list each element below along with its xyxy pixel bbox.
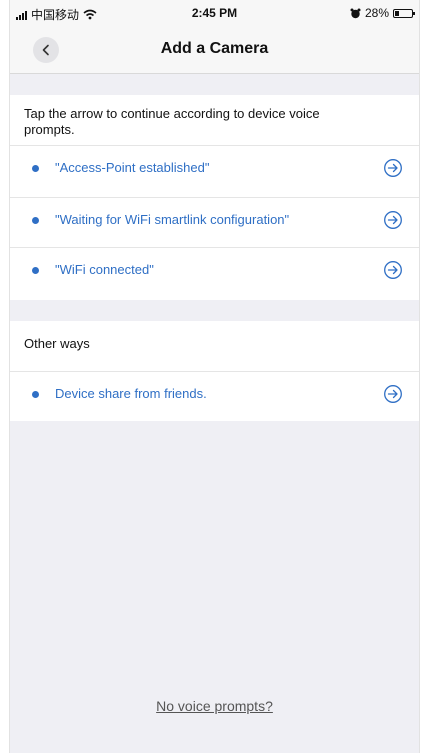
prompt-label: "Waiting for WiFi smartlink configuratio… xyxy=(55,212,290,227)
other-ways-section: Other ways Device share from friends. xyxy=(10,321,419,421)
prompt-label: "Access-Point established" xyxy=(55,160,210,175)
bullet-icon xyxy=(32,165,39,172)
app-screen: 中国移动 2:45 PM 28% Add a Camera Tap the ar… xyxy=(9,0,420,753)
alarm-icon xyxy=(350,8,361,18)
other-way-row-device-share[interactable]: Device share from friends. xyxy=(10,371,419,421)
battery-percent: 28% xyxy=(364,6,389,20)
battery-icon xyxy=(393,8,415,18)
bullet-icon xyxy=(32,217,39,224)
prompt-row-wifi-connected[interactable]: "WiFi connected" xyxy=(10,247,419,293)
prompt-row-waiting-smartlink[interactable]: "Waiting for WiFi smartlink configuratio… xyxy=(10,197,419,243)
voice-prompts-section: Tap the arrow to continue according to d… xyxy=(10,95,419,300)
bullet-icon xyxy=(32,267,39,274)
prompt-label: "WiFi connected" xyxy=(55,262,154,277)
page-title: Add a Camera xyxy=(160,40,269,57)
other-ways-header: Other ways xyxy=(24,336,90,351)
battery-fill xyxy=(395,10,399,16)
status-right: 28% xyxy=(350,6,415,20)
circle-arrow-right-icon[interactable] xyxy=(383,384,403,404)
navigation-bar: Add a Camera xyxy=(10,26,419,74)
circle-arrow-right-icon[interactable] xyxy=(383,210,403,230)
bullet-icon xyxy=(32,391,39,398)
status-bar: 中国移动 2:45 PM 28% xyxy=(10,0,419,26)
other-way-label: Device share from friends. xyxy=(55,386,207,401)
no-voice-prompts-link[interactable]: No voice prompts? xyxy=(10,698,419,714)
prompt-row-access-point[interactable]: "Access-Point established" xyxy=(10,145,419,191)
circle-arrow-right-icon[interactable] xyxy=(383,158,403,178)
circle-arrow-right-icon[interactable] xyxy=(383,260,403,280)
instructions-text: Tap the arrow to continue according to d… xyxy=(24,106,320,137)
